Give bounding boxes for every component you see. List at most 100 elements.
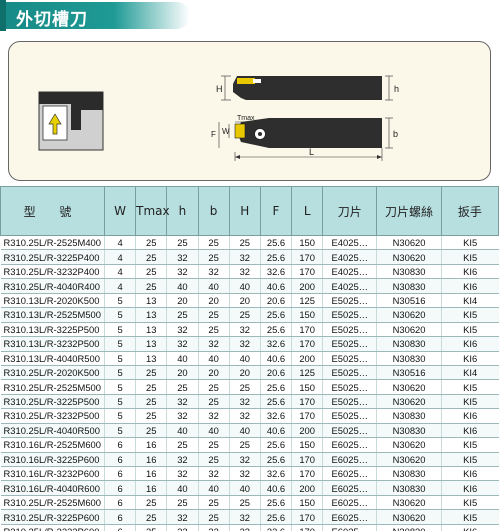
cell-tmax: 25 [135, 235, 167, 251]
cell-h: 32 [166, 452, 199, 468]
cell-H: 25 [228, 437, 261, 453]
cell-h: 40 [166, 278, 199, 294]
cell-insert: E5025… [322, 351, 377, 366]
cell-insert: E6025… [322, 452, 377, 468]
cell-h: 40 [166, 423, 199, 439]
cell-model: R310.16L/R-3232P600 [0, 466, 105, 482]
cell-b: 25 [197, 322, 230, 338]
cell-w: 6 [103, 452, 136, 468]
cell-tmax: 25 [135, 365, 167, 381]
cell-b: 25 [197, 307, 230, 323]
table-row: R310.25L/R-3232P60062532323232.6170E6025… [0, 524, 499, 531]
cell-tmax: 13 [135, 351, 167, 366]
cell-tmax: 13 [135, 336, 167, 352]
cell-f: 32.6 [259, 336, 292, 352]
cell-f: 25.6 [259, 495, 292, 511]
cell-insert: E4025… [322, 235, 377, 251]
cell-tmax: 25 [135, 495, 167, 511]
title-tab-mark [0, 0, 6, 31]
cell-H: 32 [228, 264, 261, 280]
dim-label-H: H [216, 84, 223, 94]
cell-l: 150 [291, 307, 323, 323]
cell-w: 5 [103, 394, 136, 410]
cell-model: R310.16L/R-2525M600 [0, 437, 105, 453]
cell-wrench: KI6 [440, 264, 499, 280]
cell-insert: E4025… [322, 264, 377, 280]
cell-model: R310.25L/R-3232P500 [0, 408, 105, 424]
cell-w: 6 [103, 524, 136, 531]
cell-insert-screw: N30830 [376, 264, 442, 280]
table-row: R310.25L/R-3225P500 5 25 32 25 32 25.6 170 E5025… [0, 394, 499, 410]
cell-insert-screw: N30620 [376, 509, 442, 525]
cell-f: 32.6 [259, 264, 292, 280]
cell-insert-screw: N30830 [376, 408, 442, 424]
cell-insert: E5025… [322, 365, 377, 381]
table-row: R310.25L/R-3232P500 5 25 32 32 32 32.6 170 E5025… [0, 408, 499, 424]
cell-tmax: 13 [135, 293, 167, 309]
cell-model: R310.13L/R-3225P500 [0, 322, 105, 338]
cell-f: 25.6 [259, 509, 292, 525]
cell-model: R310.16L/R-4040R600 [0, 480, 105, 496]
cell-insert: E5025… [322, 394, 377, 410]
cell-model: R310.13L/R-4040R500 [0, 351, 105, 366]
cell-H: 32 [228, 452, 261, 468]
cell-model: R310.16L/R-3225P600 [0, 452, 105, 468]
col-header-insert-screw: 刀片螺絲 [376, 186, 442, 236]
cell-h: 20 [166, 365, 199, 381]
cell-insert-screw: N30620 [376, 437, 442, 453]
cell-model: R310.25L/R-2020K500 [0, 365, 105, 381]
cell-f: 40.6 [259, 423, 292, 439]
cell-b: 32 [197, 466, 230, 482]
table-row: R310.25L/R-4040R400 4 25 40 40 40 40.6 200 E4025… [0, 278, 499, 294]
cell-f: 32.6 [259, 408, 292, 424]
cell-insert-screw: N30830 [376, 480, 442, 496]
cell-f: 32.6 [259, 524, 292, 531]
cell-wrench: KI5 [440, 235, 499, 251]
cell-wrench: KI5 [440, 452, 499, 468]
cell-insert-screw: N30620 [376, 235, 442, 251]
cell-l: 150 [291, 235, 323, 251]
cell-insert-screw: N30830 [376, 466, 442, 482]
cell-wrench: KI6 [440, 466, 499, 482]
spec-table-body: R310.25L/R-2525M400 4 25 25 25 25 25.6 150 E4025… [0, 235, 499, 531]
dim-label-h: h [394, 84, 399, 94]
cell-insert: E5025… [322, 408, 377, 424]
cell-wrench: KI6 [440, 480, 499, 496]
cell-tmax: 13 [135, 322, 167, 338]
cell-h: 32 [166, 408, 199, 424]
cell-b: 32 [197, 264, 230, 280]
cell-f: 25.6 [259, 437, 292, 453]
cell-w: 5 [103, 351, 136, 366]
cell-insert: E5025… [322, 322, 377, 338]
cell-wrench: KI6 [440, 524, 499, 531]
cell-b: 25 [197, 379, 230, 395]
cell-h: 32 [166, 249, 199, 265]
cell-f: 32.6 [259, 466, 292, 482]
cell-model: R310.25L/R-2525M600 [0, 495, 105, 511]
cell-h: 40 [166, 480, 199, 496]
cell-b: 25 [197, 437, 230, 453]
cell-H: 32 [228, 249, 261, 265]
cell-b: 32 [197, 336, 230, 352]
cell-b: 40 [197, 480, 230, 496]
cell-wrench: KI5 [440, 509, 499, 525]
cell-model: R310.25L/R-3232P400 [0, 264, 105, 280]
cell-b: 25 [197, 249, 230, 265]
cell-wrench: KI5 [440, 307, 499, 323]
cell-H: 25 [228, 235, 261, 251]
cell-f: 25.6 [259, 249, 292, 265]
cell-tmax: 16 [135, 466, 167, 482]
dim-label-tmax: Tmax [237, 115, 255, 122]
col-header-l: L [291, 186, 324, 236]
cell-insert-screw: N30830 [376, 336, 442, 352]
cell-H: 32 [228, 336, 261, 352]
cell-wrench: KI6 [440, 278, 499, 294]
cell-insert: E5025… [322, 293, 377, 309]
cell-model: R310.13L/R-2020K500 [0, 293, 105, 309]
cell-wrench: KI5 [440, 249, 499, 265]
title-bar: 外切槽刀 [0, 0, 499, 33]
cell-h: 32 [166, 509, 199, 525]
col-header-f: F [259, 186, 293, 236]
cell-insert-screw: N30620 [376, 322, 442, 338]
cell-wrench: KI5 [440, 322, 499, 338]
